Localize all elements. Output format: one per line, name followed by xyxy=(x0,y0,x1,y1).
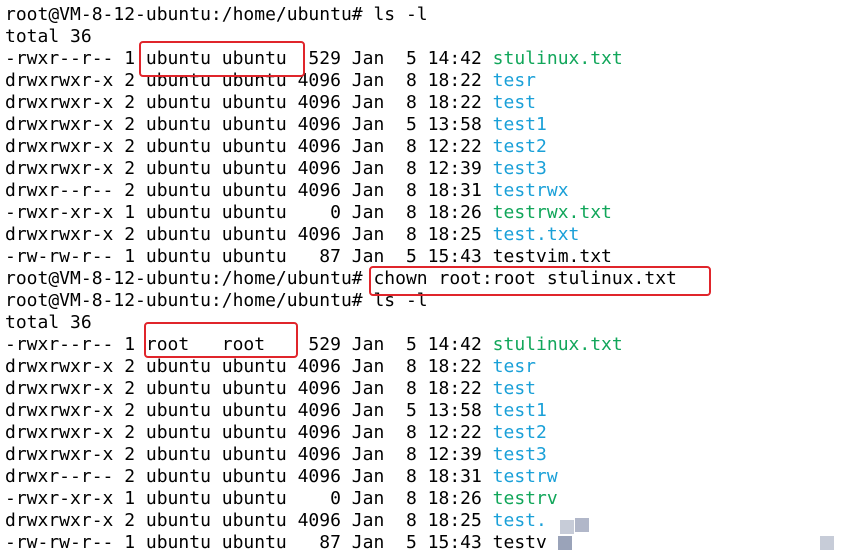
output-total: total 36 xyxy=(5,26,92,47)
listing-row: drwxr--r-- 2 ubuntu ubuntu 4096 Jan 8 18… xyxy=(5,180,569,201)
decorative-artifact xyxy=(820,536,834,550)
dir-name: test. xyxy=(492,510,547,531)
dir-name: testrw xyxy=(492,466,558,487)
listing-row: drwxrwxr-x 2 ubuntu ubuntu 4096 Jan 8 12… xyxy=(5,158,547,179)
owner-highlight-box xyxy=(144,322,298,358)
dir-name: test xyxy=(492,92,537,113)
prompt-line: root@VM-8-12-ubuntu:/home/ubuntu# ls -l xyxy=(5,290,428,311)
dir-name: test1 xyxy=(492,400,547,421)
dir-name: tesr xyxy=(492,356,537,377)
dir-name: test1 xyxy=(492,114,547,135)
dir-name: test2 xyxy=(492,136,547,157)
listing-row: -rw-rw-r-- 1 ubuntu ubuntu 87 Jan 5 15:4… xyxy=(5,532,547,552)
listing-row: drwxrwxr-x 2 ubuntu ubuntu 4096 Jan 8 18… xyxy=(5,356,537,377)
listing-row: drwxrwxr-x 2 ubuntu ubuntu 4096 Jan 5 13… xyxy=(5,114,547,135)
dir-name: testrwx xyxy=(492,180,569,201)
file-name: testv xyxy=(492,532,547,552)
owner-highlight-box xyxy=(139,41,305,77)
listing-row: drwxrwxr-x 2 ubuntu ubuntu 4096 Jan 8 18… xyxy=(5,92,537,113)
output-total: total 36 xyxy=(5,312,92,333)
file-name: testvim.txt xyxy=(492,246,612,267)
file-name: stulinux.txt xyxy=(492,334,623,355)
decorative-artifact xyxy=(560,520,574,534)
listing-row: -rwxr-xr-x 1 ubuntu ubuntu 0 Jan 8 18:26… xyxy=(5,202,612,223)
listing-row: -rw-rw-r-- 1 ubuntu ubuntu 87 Jan 5 15:4… xyxy=(5,246,612,267)
terminal-window[interactable]: root@VM-8-12-ubuntu:/home/ubuntu# ls -l … xyxy=(0,0,858,552)
dir-name: tesr xyxy=(492,70,537,91)
listing-row: drwxrwxr-x 2 ubuntu ubuntu 4096 Jan 8 18… xyxy=(5,224,580,245)
listing-row: -rwxr--r-- 1 ubuntu ubuntu 529 Jan 5 14:… xyxy=(5,48,623,69)
listing-row: drwxrwxr-x 2 ubuntu ubuntu 4096 Jan 8 12… xyxy=(5,422,547,443)
decorative-artifact xyxy=(558,536,572,550)
listing-row: drwxrwxr-x 2 ubuntu ubuntu 4096 Jan 8 12… xyxy=(5,136,547,157)
file-name: testrv xyxy=(492,488,558,509)
dir-name: test.txt xyxy=(492,224,580,245)
dir-name: test xyxy=(492,378,537,399)
file-name: stulinux.txt xyxy=(492,48,623,69)
listing-row: drwxrwxr-x 2 ubuntu ubuntu 4096 Jan 8 18… xyxy=(5,378,537,399)
decorative-artifact xyxy=(575,518,589,532)
prompt-line: root@VM-8-12-ubuntu:/home/ubuntu# ls -l xyxy=(5,4,428,25)
listing-row: drwxrwxr-x 2 ubuntu ubuntu 4096 Jan 8 18… xyxy=(5,510,547,531)
dir-name: test3 xyxy=(492,158,547,179)
dir-name: test2 xyxy=(492,422,547,443)
listing-row: -rwxr--r-- 1 root root 529 Jan 5 14:42 s… xyxy=(5,334,623,355)
listing-row: drwxrwxr-x 2 ubuntu ubuntu 4096 Jan 8 12… xyxy=(5,444,547,465)
file-name: testrwx.txt xyxy=(492,202,612,223)
listing-row: -rwxr-xr-x 1 ubuntu ubuntu 0 Jan 8 18:26… xyxy=(5,488,558,509)
listing-row: drwxr--r-- 2 ubuntu ubuntu 4096 Jan 8 18… xyxy=(5,466,558,487)
listing-row: drwxrwxr-x 2 ubuntu ubuntu 4096 Jan 5 13… xyxy=(5,400,547,421)
command-highlight-box xyxy=(369,266,711,296)
dir-name: test3 xyxy=(492,444,547,465)
